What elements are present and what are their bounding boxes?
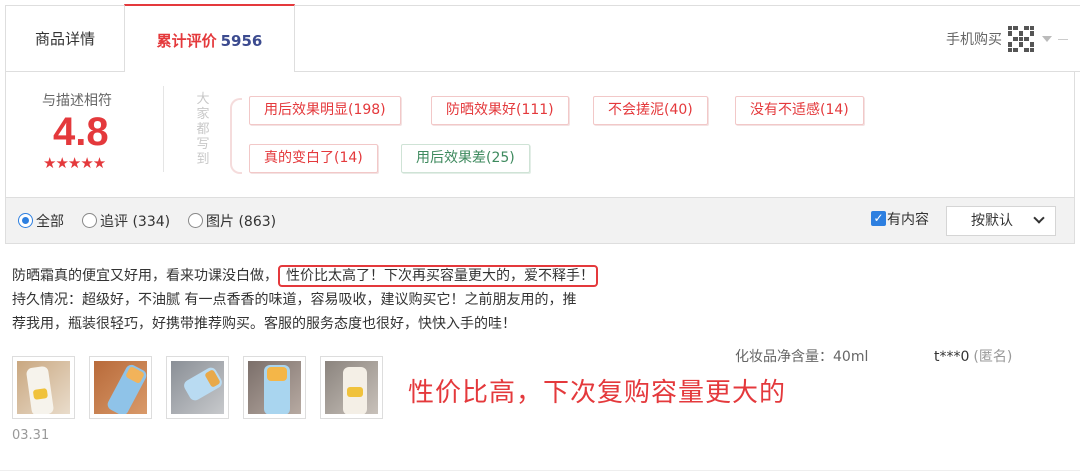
qr-code-icon: [1008, 26, 1034, 52]
review-tag[interactable]: 没有不适感(14): [735, 96, 864, 125]
rating-stars: ★★★★★: [43, 154, 106, 172]
review-date: 03.31: [12, 428, 50, 443]
review-tag[interactable]: 真的变白了(14): [249, 144, 378, 173]
reviewer-name: t***0: [934, 349, 970, 365]
tab-product-details-label: 商品详情: [34, 30, 95, 48]
radio-selected-icon[interactable]: [18, 213, 33, 228]
filter-bar: 全部 追评 (334) 图片 (863) ✓ 有内容 按默认: [5, 197, 1075, 244]
radio-icon[interactable]: [188, 213, 203, 228]
tab-bar: 商品详情 累计评价 5956 手机购买: [5, 4, 1080, 73]
review-image-thumbnail[interactable]: [166, 356, 229, 419]
review-text-start: 防晒霜真的便宜又好用，看来功课没白做，: [12, 268, 278, 284]
review-image-thumbnail[interactable]: [89, 356, 152, 419]
annotation-caption: 性价比高，下次复购容量更大的: [408, 378, 787, 408]
review-image-thumbnail[interactable]: [320, 356, 383, 419]
review-content: 防晒霜真的便宜又好用，看来功课没白做， 性价比太高了！下次再买容量更大的，爱不释手…: [12, 264, 682, 336]
divider: [1058, 38, 1068, 40]
divider: [163, 86, 164, 172]
filter-followup[interactable]: 追评 (334): [82, 198, 170, 243]
review-highlight: 性价比太高了！下次再买容量更大的，爱不释手！: [278, 265, 598, 287]
divider: [0, 470, 1080, 471]
mobile-buy-label: 手机购买: [946, 32, 1002, 48]
review-line: 荐我用，瓶装很轻巧，好携带推荐购买。客服的服务态度也很好，快快入手的哇！: [12, 316, 516, 332]
has-content-label[interactable]: 有内容: [887, 198, 929, 243]
reviews-count: 5956: [220, 32, 263, 50]
filter-images-label: 图片 (863): [206, 213, 277, 230]
review-tag[interactable]: 防晒效果好(111): [431, 96, 569, 125]
chevron-down-icon[interactable]: [1042, 36, 1052, 42]
rating-score: 4.8: [53, 110, 109, 154]
checkbox-checked-icon[interactable]: ✓: [871, 211, 886, 226]
tab-product-details[interactable]: 商品详情: [6, 6, 124, 72]
mobile-buy[interactable]: 手机购买: [946, 6, 1068, 72]
filter-images[interactable]: 图片 (863): [188, 198, 276, 243]
review-line: 持久情况：超级好，不油腻 有一点香香的味道，容易吸收，建议购买它！之前朋友用的，…: [12, 292, 577, 308]
radio-icon[interactable]: [82, 213, 97, 228]
review-image-thumbnail[interactable]: [243, 356, 306, 419]
product-spec: 化妆品净含量：40ml: [735, 349, 869, 365]
review-images: [12, 356, 383, 419]
rating-summary: 与描述相符 4.8 ★★★★★ 大家都写到 用后效果明显(198) 防晒效果好(…: [5, 72, 1075, 197]
review-line: 防晒霜真的便宜又好用，看来功课没白做， 性价比太高了！下次再买容量更大的，爱不释手…: [12, 264, 682, 288]
review-tag[interactable]: 不会搓泥(40): [593, 96, 708, 125]
tab-reviews-label: 累计评价: [156, 32, 217, 50]
sort-dropdown[interactable]: 按默认: [946, 206, 1056, 236]
tags-side-label: 大家都写到: [196, 92, 210, 167]
anonymous-label: (匿名): [973, 349, 1013, 365]
tab-reviews[interactable]: 累计评价 5956: [124, 4, 295, 73]
reviewer: t***0 (匿名): [934, 346, 1012, 366]
filter-followup-label: 追评 (334): [100, 213, 171, 230]
filter-all-label: 全部: [36, 213, 64, 230]
review-tag[interactable]: 用后效果明显(198): [249, 96, 401, 125]
sort-dropdown-value: 按默认: [971, 213, 1013, 229]
rating-label: 与描述相符: [42, 93, 112, 109]
filter-all[interactable]: 全部: [18, 198, 64, 243]
chevron-down-icon: [1033, 212, 1045, 224]
review-tag-negative[interactable]: 用后效果差(25): [401, 144, 530, 173]
review-image-thumbnail[interactable]: [12, 356, 75, 419]
tags-bracket: [230, 98, 242, 174]
